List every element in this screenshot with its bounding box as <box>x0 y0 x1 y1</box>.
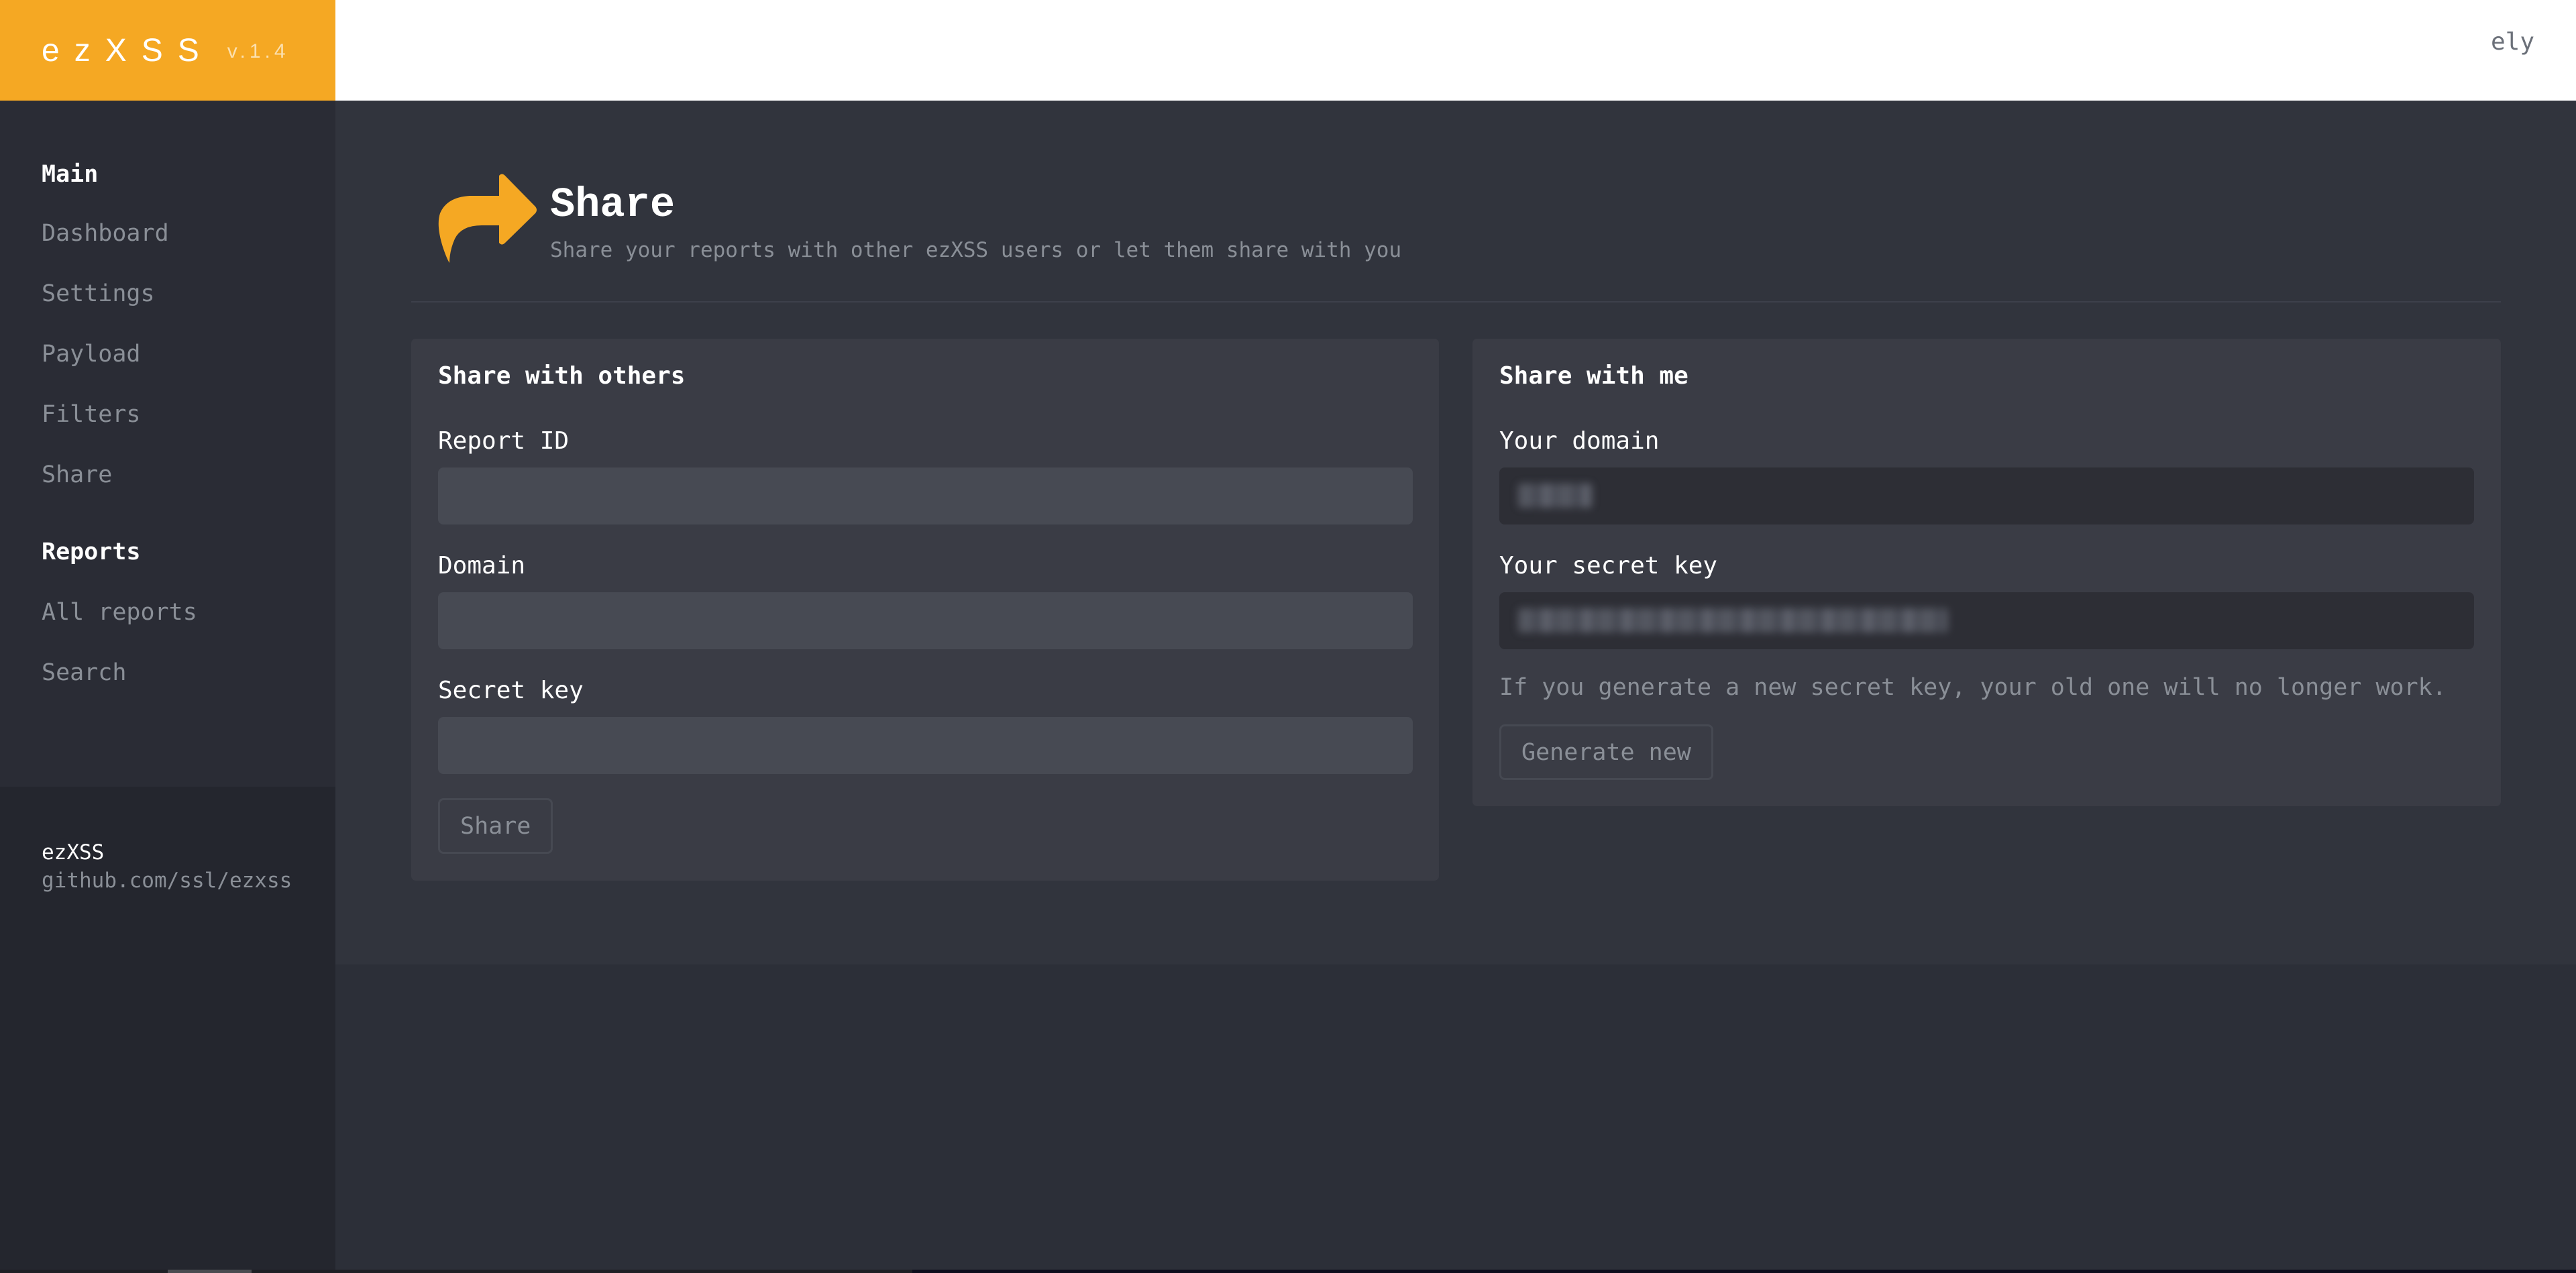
brand-logo[interactable]: ezXSS v.1.4 <box>0 0 335 101</box>
your-secret-key-field[interactable] <box>1499 592 2474 649</box>
footer-app-name: ezXSS <box>42 840 105 865</box>
redacted-domain-value <box>1518 484 1592 508</box>
top-bar: ezXSS v.1.4 ely <box>0 0 2576 101</box>
share-icon <box>438 174 537 263</box>
your-domain-field[interactable] <box>1499 467 2474 524</box>
user-menu[interactable]: ely <box>2491 28 2534 56</box>
redacted-secret-key-value <box>1518 608 1947 632</box>
domain-label: Domain <box>438 552 526 579</box>
sidebar-item-filters[interactable]: Filters <box>42 401 141 428</box>
app-name: ezXSS <box>42 32 214 68</box>
bottom-edge-segment <box>912 1270 2576 1273</box>
sidebar-heading-main: Main <box>42 161 99 188</box>
bottom-edge <box>0 1270 2576 1273</box>
sidebar-item-settings[interactable]: Settings <box>42 280 155 307</box>
sidebar-item-dashboard[interactable]: Dashboard <box>42 220 169 247</box>
footer-github-link[interactable]: github.com/ssl/ezxss <box>42 869 292 893</box>
regenerate-warning: If you generate a new secret key, your o… <box>1499 674 2447 701</box>
page-title: Share <box>550 181 676 229</box>
sidebar-item-payload[interactable]: Payload <box>42 341 141 368</box>
bottom-edge-segment <box>168 1270 252 1273</box>
header-divider <box>411 301 2501 302</box>
sidebar-heading-reports: Reports <box>42 539 141 565</box>
secret-key-input[interactable] <box>438 717 1413 774</box>
your-secret-key-label: Your secret key <box>1499 552 1718 579</box>
generate-new-button[interactable]: Generate new <box>1499 724 1713 780</box>
share-with-me-card: Share with me Your domain Your secret ke… <box>1472 339 2501 806</box>
share-with-others-card: Share with others Report ID Domain Secre… <box>411 339 1439 881</box>
domain-input[interactable] <box>438 592 1413 649</box>
share-button[interactable]: Share <box>438 798 553 854</box>
sidebar-item-share[interactable]: Share <box>42 461 112 488</box>
share-with-others-title: Share with others <box>438 362 686 390</box>
sidebar-item-search[interactable]: Search <box>42 659 126 686</box>
page-subtitle: Share your reports with other ezXSS user… <box>550 238 1402 262</box>
share-with-me-title: Share with me <box>1499 362 1688 390</box>
your-domain-label: Your domain <box>1499 427 1660 455</box>
report-id-input[interactable] <box>438 467 1413 524</box>
sidebar-footer: ezXSS github.com/ssl/ezxss <box>0 787 335 964</box>
app-version: v.1.4 <box>227 40 290 62</box>
sidebar-item-all-reports[interactable]: All reports <box>42 599 197 626</box>
report-id-label: Report ID <box>438 427 570 455</box>
secret-key-label: Secret key <box>438 677 584 704</box>
sidebar-bottom <box>0 964 335 1273</box>
